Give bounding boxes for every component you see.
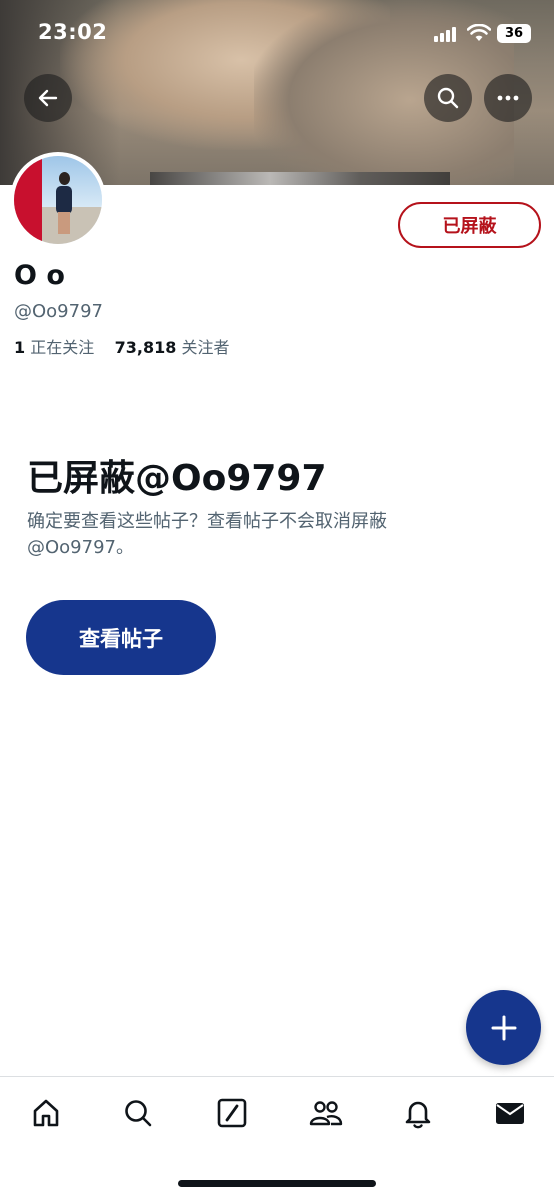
cellular-signal-icon [434,26,460,42]
tab-home[interactable] [28,1095,64,1131]
wifi-icon [467,24,491,41]
search-icon [125,1100,152,1127]
blocked-title: 已屏蔽@Oo9797 [27,458,327,499]
back-button[interactable] [24,74,72,122]
mail-icon [496,1103,524,1124]
user-handle: @Oo9797 [14,301,103,322]
tab-communities[interactable] [308,1095,344,1131]
tab-messages[interactable] [492,1095,528,1131]
arrow-left-icon [38,89,58,107]
display-name: O o [14,260,65,291]
tab-explore[interactable] [120,1095,156,1131]
home-indicator [178,1180,376,1187]
tab-grok[interactable] [214,1095,250,1131]
follow-stats: 1 正在关注 73,818 关注者 [14,334,229,358]
more-options-button[interactable] [484,74,532,122]
following-link[interactable]: 1 正在关注 [14,338,94,357]
following-label: 正在关注 [30,338,95,357]
compose-button[interactable] [466,990,541,1065]
following-count: 1 [14,338,26,357]
status-time: 23:02 [38,20,108,44]
search-icon [437,87,459,109]
grok-icon [217,1098,247,1128]
search-button[interactable] [424,74,472,122]
communities-icon [309,1101,343,1126]
more-horizontal-icon [497,95,519,101]
followers-count: 73,818 [114,338,177,357]
home-icon [33,1099,59,1127]
blocked-description: 确定要查看这些帖子？查看帖子不会取消屏蔽@Oo9797。 [27,511,387,558]
followers-label: 关注者 [181,338,230,357]
tab-notifications[interactable] [400,1095,436,1131]
battery-indicator: 36 [497,24,531,43]
followers-link[interactable]: 73,818 关注者 [115,338,230,357]
plus-icon [491,1015,516,1040]
blocked-button[interactable]: 已屏蔽 [398,202,541,248]
status-bar: 23:02 36 [0,0,554,66]
profile-avatar[interactable] [10,152,106,248]
view-posts-button[interactable]: 查看帖子 [26,600,216,675]
bell-icon [405,1101,431,1129]
